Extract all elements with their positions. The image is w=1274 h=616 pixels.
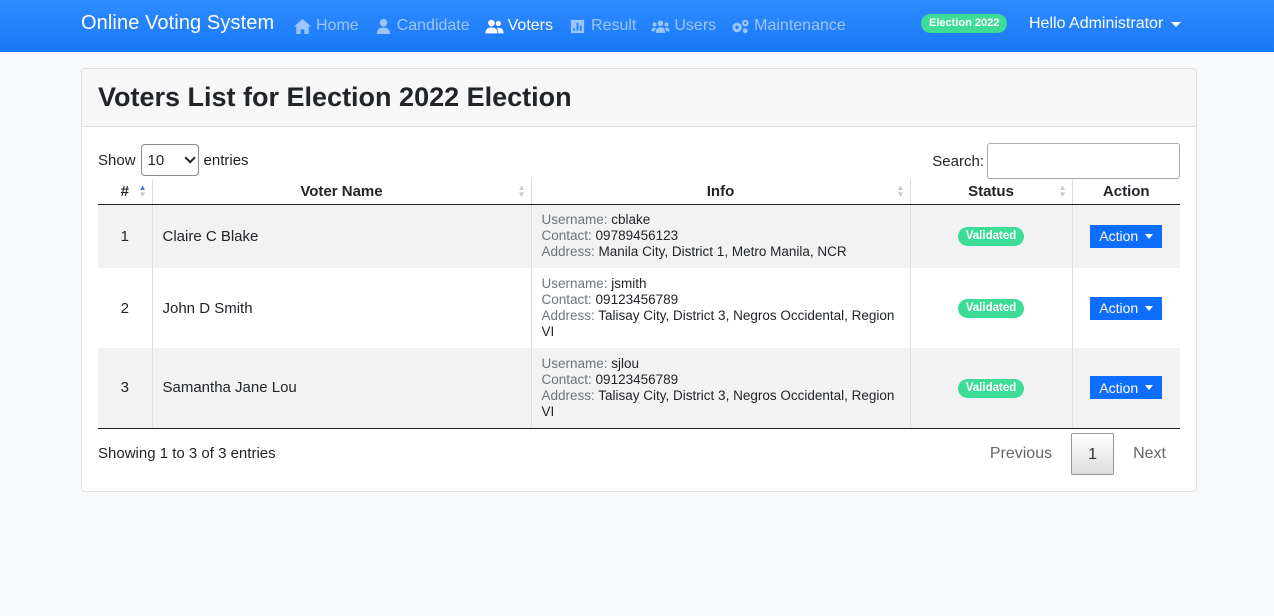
previous-button[interactable]: Previous [976,433,1066,475]
sort-icon: ▲ ▼ [138,183,147,199]
cell-status: Validated [909,348,1072,429]
nav-users-label: Users [674,17,717,34]
nav-voters[interactable]: Voters [485,17,553,35]
table-row: 2 John D Smith Username: jsmith Contact:… [98,268,1180,348]
chevron-down-icon [183,152,196,164]
cell-action: Action [1071,348,1180,429]
sort-icon: ▲ ▼ [896,183,905,199]
nav-maintenance-label: Maintenance [754,17,846,34]
user-greeting: Hello Administrator [1029,15,1164,32]
page-title: Voters List for Election 2022 Election [98,82,572,112]
status-badge: Validated [957,378,1025,398]
users-icon [485,19,504,33]
cell-voter-name: John D Smith [151,268,531,348]
cell-action: Action [1071,204,1180,268]
action-dropdown-button[interactable]: Action [1090,296,1163,320]
pagination: Previous 1 Next [976,433,1180,475]
cell-action: Action [1071,268,1180,348]
nav-result[interactable]: Result [568,17,636,35]
status-badge: Validated [957,299,1025,318]
navbar: Online Voting System Home Candidate Vote… [0,0,1274,52]
caret-down-icon [1145,385,1154,391]
col-header-voter-name[interactable]: Voter Name ▲ ▼ [151,179,531,205]
users-cog-icon [651,20,670,33]
cell-voter-name: Samantha Jane Lou [151,348,531,429]
nav-maintenance[interactable]: Maintenance [731,17,846,35]
search-group: Search: [932,143,1180,179]
cell-info: Username: cblake Contact: 09789456123 Ad… [530,204,910,268]
cell-status: Validated [909,268,1072,348]
entries-info: Showing 1 to 3 of 3 entries [98,445,276,462]
page-1-button[interactable]: 1 [1071,433,1115,475]
col-header-info[interactable]: Info ▲ ▼ [530,179,910,205]
nav-result-label: Result [591,17,637,34]
home-icon [294,18,311,34]
cell-info: Username: jsmith Contact: 09123456789 Ad… [530,268,910,348]
entries-select[interactable]: 10 [140,144,199,176]
nav-home[interactable]: Home [293,17,359,35]
cell-voter-name: Claire C Blake [151,204,531,268]
search-input[interactable] [987,143,1180,179]
col-header-action: Action [1071,179,1180,205]
cell-number: 1 [98,204,152,268]
cell-number: 3 [98,348,152,429]
action-dropdown-button[interactable]: Action [1090,224,1163,248]
table-row: 3 Samantha Jane Lou Username: sjlou Cont… [98,348,1180,429]
cogs-icon [732,19,749,33]
main-nav: Home Candidate Voters Result Users Maint… [293,0,861,52]
poll-icon [570,19,585,33]
user-menu[interactable]: Hello Administrator [1029,15,1182,33]
nav-candidate-label: Candidate [396,17,470,34]
nav-voters-label: Voters [507,17,553,34]
entries-value: 10 [147,151,165,169]
sort-icon: ▲ ▼ [517,183,526,199]
status-badge: Validated [957,227,1025,247]
cell-status: Validated [909,204,1072,268]
cell-number: 2 [120,299,129,317]
election-badge: Election 2022 [921,14,1008,33]
nav-candidate[interactable]: Candidate [374,17,470,35]
table-row: 1 Claire C Blake Username: cblake Contac… [98,204,1180,268]
brand[interactable]: Online Voting System [81,12,274,35]
user-tie-icon [376,18,390,34]
nav-users[interactable]: Users [651,17,716,35]
nav-home-label: Home [316,17,359,34]
caret-down-icon [1145,233,1154,239]
entries-label: entries [203,151,249,169]
show-entries: Show 10 entries [98,144,249,176]
show-label: Show [98,151,136,169]
caret-down-icon [1171,21,1182,27]
search-label: Search: [932,152,984,170]
col-header-number[interactable]: # ▲ ▼ [98,179,152,205]
cell-info: Username: sjlou Contact: 09123456789 Add… [530,348,910,429]
voters-card: Voters List for Election 2022 Election S… [81,68,1197,492]
voters-table: # ▲ ▼ Voter Name ▲ ▼ Info ▲ ▼ Status ▲ ▼ Action … [98,179,1180,429]
action-dropdown-button[interactable]: Action [1090,376,1163,400]
col-header-status[interactable]: Status ▲ ▼ [909,179,1072,205]
next-button[interactable]: Next [1119,433,1180,475]
table-header-row: # ▲ ▼ Voter Name ▲ ▼ Info ▲ ▼ Status ▲ ▼ Action [98,179,1180,205]
caret-down-icon [1145,305,1154,311]
card-header: Voters List for Election 2022 Election [82,69,1196,127]
sort-icon: ▲ ▼ [1058,183,1067,199]
